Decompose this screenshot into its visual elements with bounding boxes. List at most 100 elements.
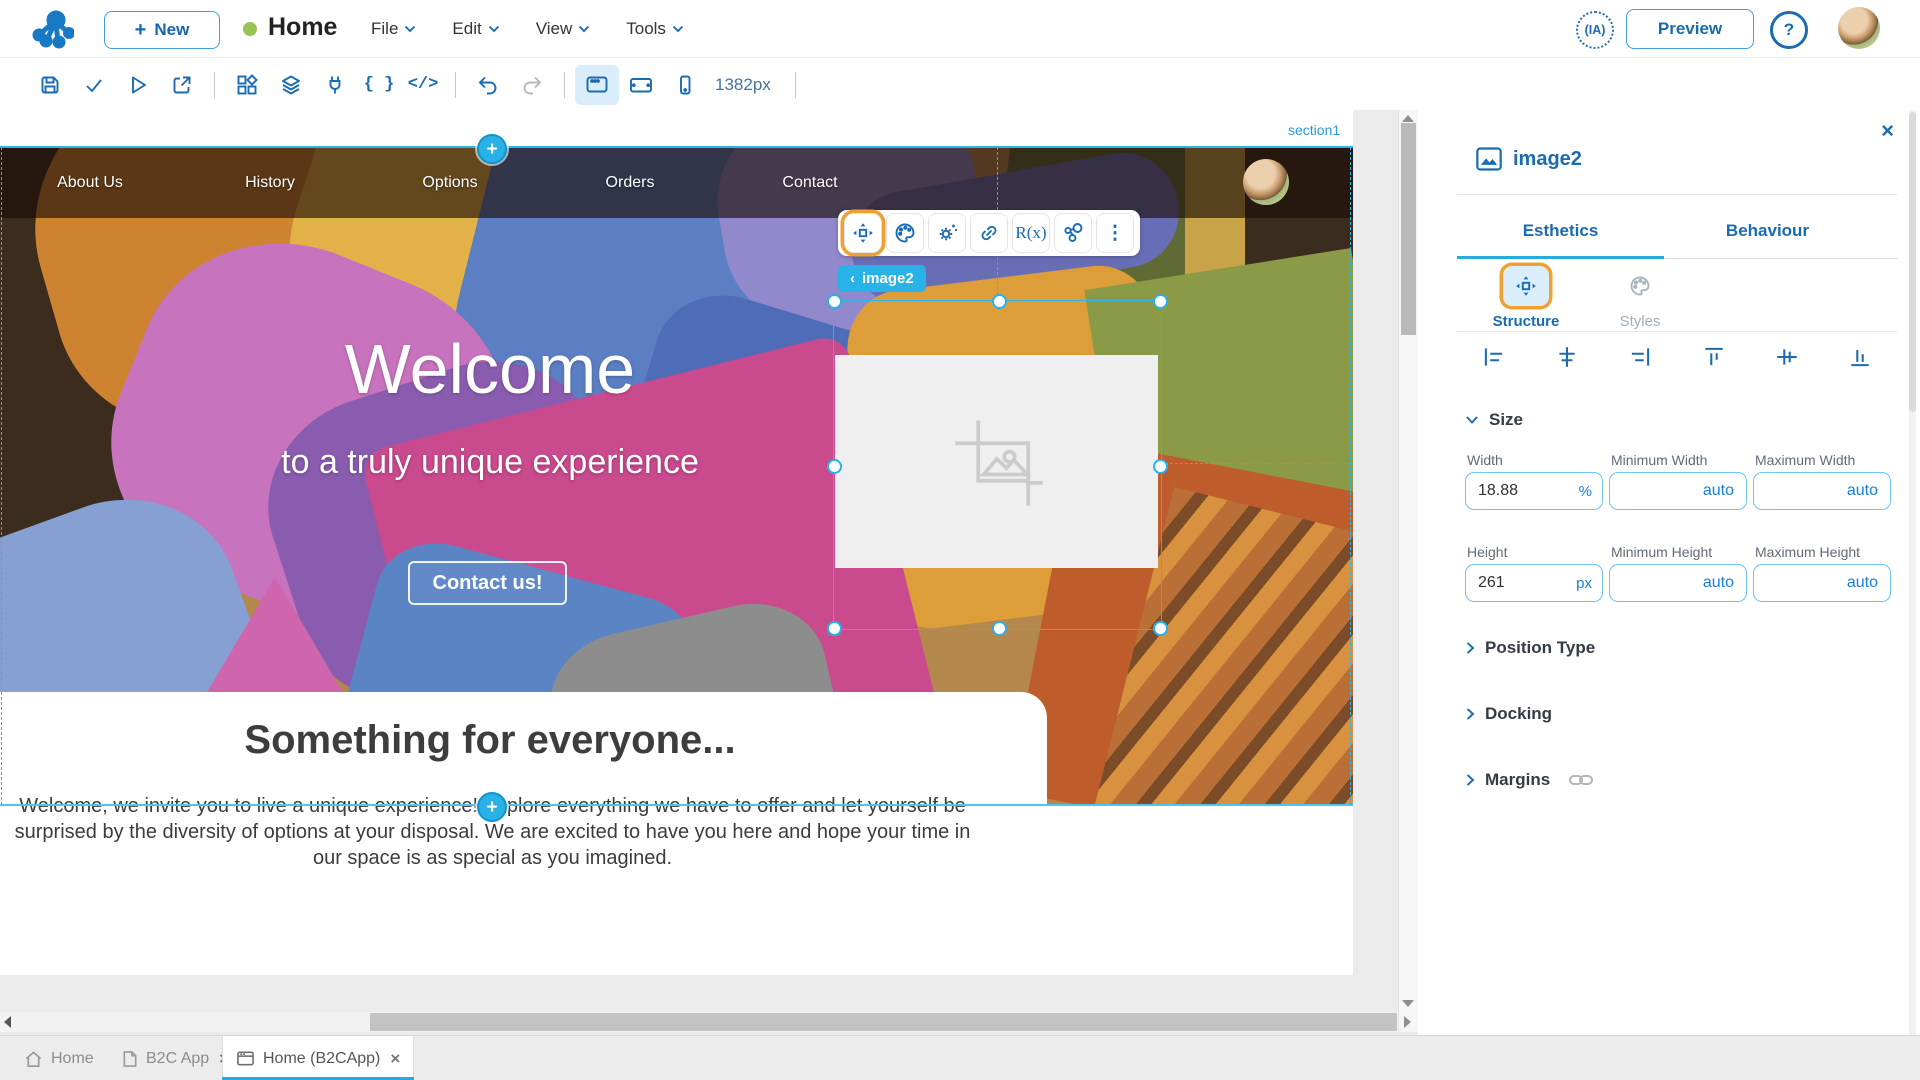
help-icon[interactable]: ? [1770, 11, 1808, 49]
close-icon[interactable]: × [1881, 118, 1894, 144]
max-width-input[interactable] [1764, 481, 1880, 501]
menu-file[interactable]: File [371, 19, 416, 39]
max-height-input[interactable] [1764, 573, 1880, 593]
align-center-horizontal-icon[interactable] [1552, 342, 1582, 372]
menu-tools[interactable]: Tools [626, 19, 684, 39]
subtab-styles[interactable]: Styles [1585, 266, 1695, 330]
resize-handle-se[interactable] [1153, 621, 1168, 636]
undo-icon[interactable] [466, 65, 510, 105]
canvas-vertical-scrollbar[interactable] [1398, 110, 1419, 1032]
structure-move-icon [1503, 266, 1549, 306]
align-center-vertical-icon[interactable] [1772, 342, 1802, 372]
height-field: px [1465, 564, 1603, 602]
app-logo-icon[interactable] [30, 8, 74, 50]
site-nav-avatar[interactable] [1243, 159, 1289, 205]
close-tab-icon[interactable]: × [390, 1049, 400, 1069]
rules-rx-icon[interactable]: R(x) [1012, 213, 1050, 253]
layers-icon[interactable] [269, 65, 313, 105]
resize-handle-sw[interactable] [827, 621, 842, 636]
min-height-input[interactable] [1620, 573, 1736, 593]
align-left-icon[interactable] [1479, 342, 1509, 372]
menu-view[interactable]: View [536, 19, 591, 39]
ia-badge[interactable]: (IA) [1576, 11, 1614, 49]
validate-icon[interactable] [72, 65, 116, 105]
add-component-button-bottom[interactable]: + [477, 792, 507, 822]
home-icon [25, 1050, 42, 1067]
margins-section-header[interactable]: Margins [1465, 770, 1594, 790]
more-options-icon[interactable]: ⋮ [1096, 213, 1134, 253]
panel-scrollbar-thumb[interactable] [1909, 112, 1916, 412]
min-width-input[interactable] [1620, 481, 1736, 501]
size-section-header[interactable]: Size [1465, 410, 1523, 430]
workspace: section1 About Us History Options Orders… [0, 110, 1920, 1035]
width-input[interactable] [1476, 481, 1575, 501]
scroll-up-arrow[interactable] [1402, 115, 1414, 122]
nav-link-about[interactable]: About Us [0, 174, 180, 192]
bottom-tab-home-b2capp[interactable]: Home (B2CApp) × [222, 1036, 415, 1080]
selected-component-chip[interactable]: ‹ image2 [838, 265, 926, 292]
scroll-right-arrow[interactable] [1404, 1016, 1411, 1028]
align-top-icon[interactable] [1699, 342, 1729, 372]
contact-us-button[interactable]: Contact us! [408, 561, 567, 605]
align-right-icon[interactable] [1625, 342, 1655, 372]
resize-handle-s[interactable] [992, 621, 1007, 636]
add-component-button-top[interactable]: + [477, 134, 507, 164]
viewport-width-value[interactable]: 1382px [715, 75, 771, 95]
link-margins-icon[interactable] [1568, 772, 1594, 788]
flows-icon[interactable] [1054, 213, 1092, 253]
resize-handle-n[interactable] [992, 294, 1007, 309]
preview-button[interactable]: Preview [1626, 9, 1754, 49]
device-phone-icon[interactable] [663, 65, 707, 105]
horizontal-scrollbar-thumb[interactable] [370, 1013, 1397, 1031]
settings-gear-icon[interactable] [928, 213, 966, 253]
save-icon[interactable] [28, 65, 72, 105]
resize-handle-ne[interactable] [1153, 294, 1168, 309]
resize-handle-nw[interactable] [827, 294, 842, 309]
run-icon[interactable] [116, 65, 160, 105]
width-label: Width [1467, 452, 1503, 468]
bottom-tab-home[interactable]: Home [10, 1036, 108, 1080]
section-label[interactable]: section1 [1288, 122, 1340, 138]
resize-handle-w[interactable] [827, 459, 842, 474]
align-bottom-icon[interactable] [1845, 342, 1875, 372]
link-icon[interactable] [970, 213, 1008, 253]
selection-rectangle[interactable] [827, 294, 1168, 636]
export-icon[interactable] [160, 65, 204, 105]
nav-link-history[interactable]: History [180, 174, 360, 192]
structure-move-icon[interactable] [844, 213, 882, 253]
new-button[interactable]: + New [104, 11, 220, 49]
position-type-section-header[interactable]: Position Type [1465, 638, 1595, 658]
components-icon[interactable] [225, 65, 269, 105]
tab-esthetics[interactable]: Esthetics [1457, 206, 1664, 256]
content-card[interactable]: Something for everyone... [0, 692, 1047, 805]
scroll-left-arrow[interactable] [4, 1016, 11, 1028]
nav-link-orders[interactable]: Orders [540, 174, 720, 192]
redo-icon[interactable] [510, 65, 554, 105]
panel-scrollbar[interactable] [1909, 110, 1916, 1035]
device-desktop-icon[interactable] [575, 64, 619, 105]
layout-guide-line [1350, 147, 1351, 805]
min-width-field [1609, 472, 1747, 510]
nav-link-contact[interactable]: Contact [720, 174, 900, 192]
nav-link-options[interactable]: Options [360, 174, 540, 192]
menu-edit[interactable]: Edit [452, 19, 499, 39]
chevron-down-icon [672, 25, 684, 32]
layout-guide-line [1, 147, 2, 805]
docking-section-header[interactable]: Docking [1465, 704, 1552, 724]
scroll-down-arrow[interactable] [1402, 1000, 1414, 1007]
resize-handle-e[interactable] [1153, 459, 1168, 474]
chevron-right-icon [1466, 774, 1475, 786]
user-avatar[interactable] [1838, 7, 1880, 49]
tab-behaviour[interactable]: Behaviour [1664, 206, 1871, 256]
braces-icon[interactable]: { } [357, 65, 401, 105]
subtab-structure[interactable]: Structure [1471, 266, 1581, 330]
height-input[interactable] [1476, 573, 1573, 593]
design-canvas[interactable]: section1 About Us History Options Orders… [0, 110, 1353, 975]
canvas-horizontal-scrollbar[interactable] [0, 1012, 1398, 1032]
source-code-icon[interactable]: </> [401, 65, 445, 105]
styles-palette-icon[interactable] [886, 213, 924, 253]
card-heading[interactable]: Something for everyone... [0, 718, 980, 763]
vertical-scrollbar-thumb[interactable] [1401, 123, 1416, 335]
device-tablet-icon[interactable] [619, 65, 663, 105]
connections-icon[interactable] [313, 65, 357, 105]
